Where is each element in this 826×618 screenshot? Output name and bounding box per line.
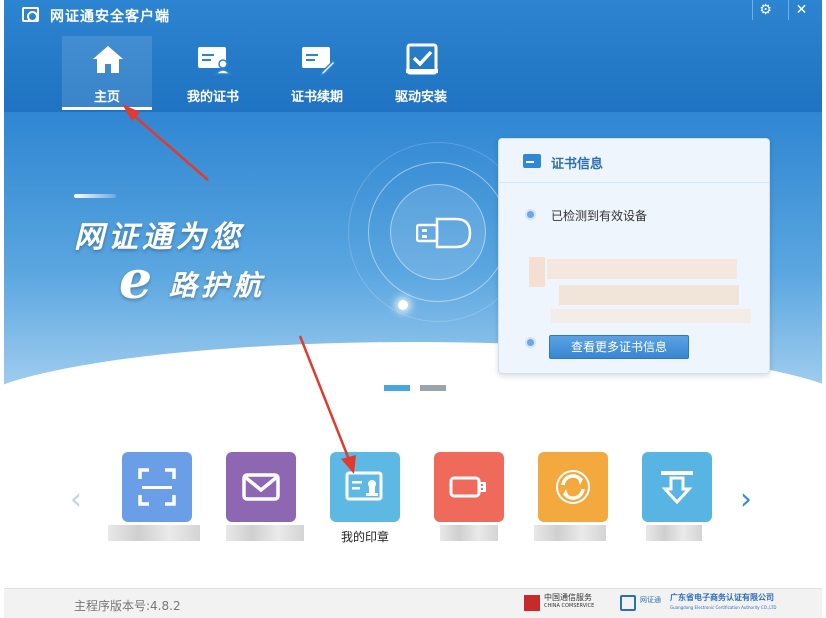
slogan-line2: 路护航 [169, 269, 266, 302]
tile-scan[interactable] [122, 452, 192, 522]
nav-item-label: 我的证书 [186, 90, 239, 105]
view-more-certificate-button[interactable]: 查看更多证书信息 [549, 335, 689, 359]
chevron-right-icon[interactable]: › [740, 482, 752, 517]
app-window: 网证通安全客户端 ⚙ ✕ 主页 我的证书 证书续期 驱动安装 网证通为您 e 路… [4, 0, 822, 618]
blurred-label [646, 525, 702, 541]
tile-download[interactable] [642, 452, 712, 522]
nav-item-home[interactable]: 主页 [62, 36, 152, 110]
nav-item-label: 主页 [93, 90, 120, 105]
home-icon [93, 46, 123, 73]
blurred-info [529, 257, 545, 287]
pager-dot[interactable] [420, 385, 446, 391]
sync-icon [556, 470, 590, 504]
wangzhengtong-text: 网证通 [640, 596, 661, 604]
china-comservice-logo [524, 595, 540, 611]
nav-item-my-certificates[interactable]: 我的证书 [168, 36, 258, 110]
usb-key-icon [416, 217, 472, 249]
wangzhengtong-logo [620, 595, 636, 611]
footer: 主程序版本号:4.8.2 中国通信服务 CHINA COMSERVICE 网证通… [4, 588, 822, 618]
certificate-user-icon [198, 47, 232, 75]
gear-icon[interactable]: ⚙ [752, 0, 778, 20]
chevron-left-icon[interactable]: ‹ [70, 482, 82, 517]
tile-label: 我的印章 [340, 530, 389, 544]
nav-item-label: 证书续期 [290, 90, 343, 105]
certificate-icon [523, 154, 541, 168]
certificate-info-card: 证书信息 已检测到有效设备 查看更多证书信息 [498, 138, 770, 374]
pager-dot-active[interactable] [384, 385, 410, 391]
card-header: 证书信息 [499, 139, 769, 183]
scan-icon [138, 468, 176, 506]
window-edge [822, 0, 826, 618]
tile-my-seal[interactable] [330, 452, 400, 522]
mail-icon [242, 473, 280, 501]
version-text: 主程序版本号:4.8.2 [74, 599, 181, 613]
gdca-logo-text: 广东省电子商务认证有限公司 Guangdong Electronic Certi… [670, 593, 776, 613]
logo-text-line: 广东省电子商务认证有限公司 [670, 593, 774, 602]
logo-text-line: CHINA COMSERVICE [544, 603, 595, 609]
app-title: 网证通安全客户端 [50, 9, 170, 25]
card-title: 证书信息 [551, 157, 604, 172]
nav-item-driver-install[interactable]: 驱动安装 [376, 36, 466, 110]
tile-sync[interactable] [538, 452, 608, 522]
blurred-label [440, 525, 498, 541]
logo-text-line: Guangdong Electronic Certification Autho… [670, 605, 777, 610]
certificate-pen-icon [302, 47, 336, 76]
china-comservice-text: 中国通信服务 CHINA COMSERVICE [544, 593, 594, 611]
blurred-info [547, 259, 737, 279]
logo-text-line: 中国通信服务 [544, 593, 592, 602]
header: 网证通安全客户端 ⚙ ✕ 主页 我的证书 证书续期 驱动安装 [4, 0, 822, 112]
device-status: 已检测到有效设备 [551, 209, 648, 223]
seal-certificate-icon [345, 471, 383, 501]
blurred-label [108, 525, 200, 541]
blurred-info [559, 285, 739, 305]
driver-install-icon [406, 43, 438, 75]
blurred-info [551, 309, 751, 323]
status-dot [525, 337, 536, 348]
slogan-line1: 网证通为您 [74, 220, 244, 255]
nav-item-label: 驱动安装 [394, 90, 447, 105]
tile-mail[interactable] [226, 452, 296, 522]
usb-key-icon [449, 476, 486, 498]
close-icon[interactable]: ✕ [788, 0, 814, 20]
status-dot [525, 209, 536, 220]
app-logo-icon [22, 7, 39, 22]
blurred-label [534, 525, 606, 541]
download-icon [661, 471, 693, 505]
glow-dot [398, 300, 408, 310]
slogan-e-letter: e [119, 250, 153, 311]
blurred-label [226, 525, 304, 541]
slogan-divider [74, 194, 116, 198]
tile-usb-key[interactable] [434, 452, 504, 522]
title-bar[interactable]: 网证通安全客户端 ⚙ ✕ [4, 0, 822, 30]
nav-item-certificate-renewal[interactable]: 证书续期 [272, 36, 362, 110]
